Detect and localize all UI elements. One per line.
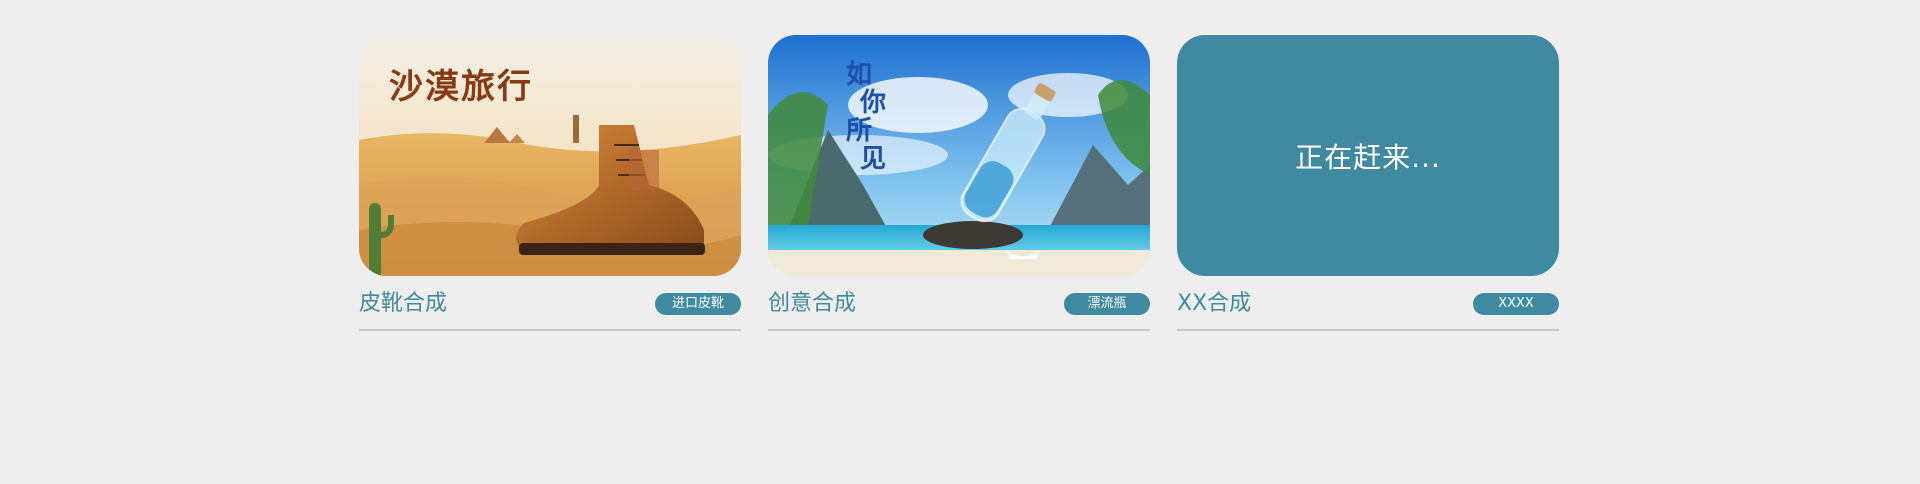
- card-info: XX合成 XXXX: [1177, 291, 1559, 331]
- poster-line-3: 所: [846, 116, 875, 146]
- coming-soon-placeholder[interactable]: 正在赶来...: [1177, 35, 1559, 276]
- card-title[interactable]: XX合成: [1177, 291, 1251, 317]
- bottle-island-image[interactable]: 如 你 所 见: [768, 35, 1150, 276]
- desert-boot-image[interactable]: 沙漠旅行: [359, 35, 741, 276]
- poster-line-4: 见: [860, 144, 889, 174]
- card-creative[interactable]: 如 你 所 见 创意合成 漂流瓶: [768, 35, 1150, 331]
- tag-badge[interactable]: 进口皮靴: [655, 293, 741, 315]
- poster-title-desert: 沙漠旅行: [389, 67, 533, 107]
- card-coming-soon[interactable]: 正在赶来... XX合成 XXXX: [1177, 35, 1559, 331]
- card-info: 皮靴合成 进口皮靴: [359, 291, 741, 331]
- card-title[interactable]: 创意合成: [768, 291, 856, 317]
- poster-line-1: 如: [846, 60, 875, 90]
- placeholder-text: 正在赶来...: [1295, 140, 1441, 174]
- card-grid: 沙漠旅行 皮靴合成 进口皮靴 如 你 所 见 创意合成 漂流瓶 正在赶来... …: [359, 35, 1559, 331]
- card-info: 创意合成 漂流瓶: [768, 291, 1150, 331]
- tag-badge[interactable]: XXXX: [1473, 293, 1559, 315]
- poster-title-bottle: 如 你 所 见: [846, 61, 906, 173]
- poster-line-2: 你: [860, 88, 889, 118]
- card-boot[interactable]: 沙漠旅行 皮靴合成 进口皮靴: [359, 35, 741, 331]
- page: 沙漠旅行 皮靴合成 进口皮靴 如 你 所 见 创意合成 漂流瓶 正在赶来... …: [0, 0, 1920, 484]
- tag-badge[interactable]: 漂流瓶: [1064, 293, 1150, 315]
- card-title[interactable]: 皮靴合成: [359, 291, 447, 317]
